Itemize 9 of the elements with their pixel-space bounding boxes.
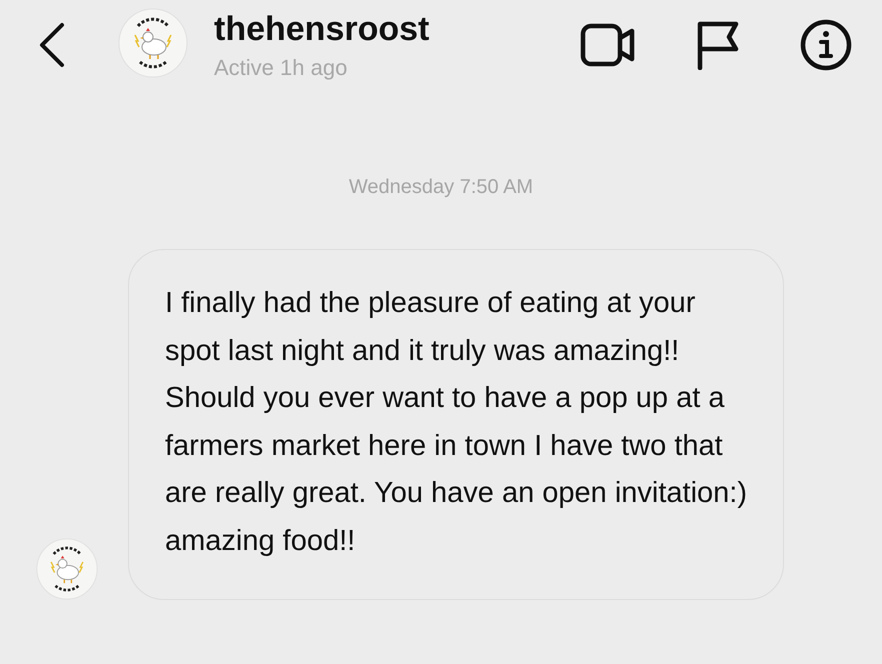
flag-button[interactable] bbox=[696, 20, 740, 70]
info-button[interactable] bbox=[800, 19, 852, 71]
message-bubble: I finally had the pleasure of eating at your spot last night and it truly was amazing!! Should you ever want to have a pop up at a farmers market here in town I have two that are really great. You have an open invitation:) amazing food!! bbox=[128, 249, 784, 600]
video-call-button[interactable] bbox=[580, 21, 636, 69]
message-timestamp: Wednesday 7:50 AM bbox=[348, 176, 534, 198]
avatar-icon bbox=[118, 8, 188, 78]
username: thehensroost bbox=[214, 9, 430, 49]
avatar-icon bbox=[36, 538, 98, 600]
active-status: Active 1h ago bbox=[214, 55, 348, 81]
